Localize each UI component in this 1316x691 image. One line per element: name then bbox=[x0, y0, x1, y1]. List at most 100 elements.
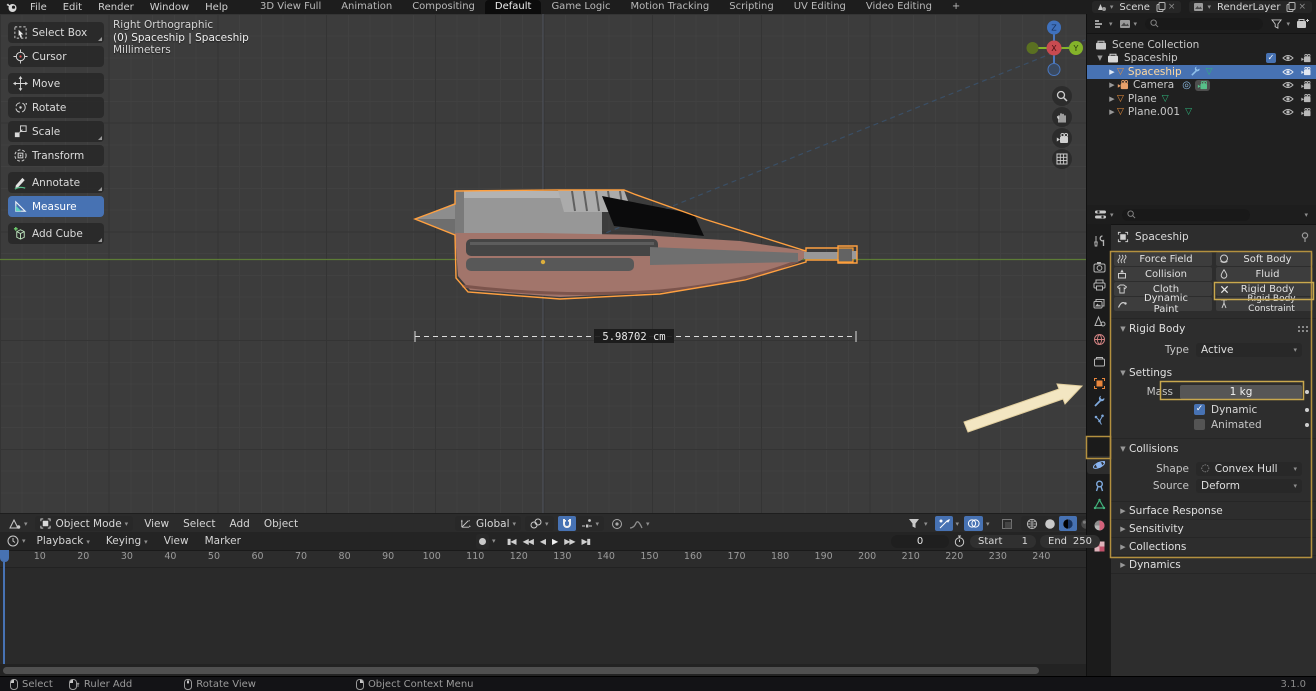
outliner-filter-button[interactable]: ▾ bbox=[1268, 16, 1293, 31]
tool-cursor[interactable]: Cursor bbox=[8, 46, 104, 67]
tool-add-cube[interactable]: Add Cube bbox=[8, 223, 104, 244]
workspace-tab-3d-view-full[interactable]: 3D View Full bbox=[250, 0, 331, 14]
start-frame-field[interactable]: Start1 bbox=[970, 535, 1036, 548]
play-reverse-button[interactable]: ◀ bbox=[536, 537, 548, 546]
tool-select-box[interactable]: Select Box bbox=[8, 22, 104, 43]
new-scene-icon[interactable] bbox=[1156, 2, 1166, 12]
xray-toggle[interactable] bbox=[998, 516, 1016, 531]
constraint-icon[interactable]: ◎ bbox=[1182, 80, 1191, 91]
drag-handle-dots[interactable] bbox=[1298, 326, 1310, 332]
new-collection-button[interactable] bbox=[1293, 16, 1312, 31]
workspace-tab-animation[interactable]: Animation bbox=[331, 0, 402, 14]
tool-transform[interactable]: Transform bbox=[8, 145, 104, 166]
tab-scene[interactable] bbox=[1087, 312, 1111, 330]
tab-particles[interactable] bbox=[1087, 410, 1111, 428]
dynamic-checkbox[interactable]: ✓ bbox=[1194, 404, 1205, 415]
stopwatch-icon[interactable] bbox=[954, 535, 965, 547]
viewport-menu-add[interactable]: Add bbox=[223, 518, 257, 530]
disable-render-camera-icon[interactable] bbox=[1300, 67, 1312, 76]
disable-render-camera-icon[interactable] bbox=[1300, 81, 1312, 90]
rigid-body-panel-header[interactable]: ▼Rigid Body bbox=[1111, 321, 1316, 336]
outliner-row-spaceship-collection[interactable]: ▼ Spaceship ✓ bbox=[1087, 52, 1316, 66]
tool-measure[interactable]: Measure bbox=[8, 196, 104, 217]
outliner-search-input[interactable] bbox=[1145, 18, 1263, 30]
outliner-row-camera[interactable]: ▶ Camera ◎ bbox=[1087, 79, 1316, 93]
shading-wireframe-button[interactable] bbox=[1023, 516, 1041, 531]
render-layer-icon[interactable] bbox=[1193, 2, 1204, 12]
timeline-menu-keying[interactable]: Keying▾ bbox=[98, 535, 156, 547]
hide-eye-icon[interactable] bbox=[1282, 95, 1294, 103]
viewport-menu-view[interactable]: View bbox=[137, 518, 176, 530]
dynamic-paint-button[interactable]: Dynamic Paint bbox=[1114, 297, 1212, 311]
unlink-scene-icon[interactable]: × bbox=[1166, 2, 1178, 12]
collections-panel-header[interactable]: ▶Collections bbox=[1111, 538, 1316, 555]
rigid-body-constraint-button[interactable]: Rigid Body Constraint bbox=[1216, 297, 1313, 311]
animate-property-dot[interactable] bbox=[1305, 390, 1309, 394]
pivot-point-selector[interactable]: ▾ bbox=[525, 516, 554, 531]
hide-eye-icon[interactable] bbox=[1282, 54, 1294, 62]
mass-field[interactable]: 1 kg bbox=[1180, 385, 1302, 399]
shading-solid-button[interactable] bbox=[1041, 516, 1059, 531]
outliner-row-scene-collection[interactable]: Scene Collection bbox=[1087, 38, 1316, 52]
disclosure-triangle-icon[interactable]: ▶ bbox=[1107, 81, 1117, 89]
viewport-menu-object[interactable]: Object bbox=[257, 518, 305, 530]
viewport-menu-select[interactable]: Select bbox=[176, 518, 222, 530]
viewport-3d[interactable]: 5.98702 cm Right Orthographic (0) Spaces… bbox=[0, 14, 1087, 532]
object-visibility-filter[interactable]: ▾ bbox=[905, 516, 931, 531]
disclosure-triangle-icon[interactable]: ▶ bbox=[1107, 68, 1117, 76]
show-overlays-toggle[interactable] bbox=[964, 516, 983, 531]
show-gizmo-toggle[interactable] bbox=[935, 516, 953, 531]
shading-material-preview-button[interactable] bbox=[1059, 516, 1077, 531]
disable-render-camera-icon[interactable] bbox=[1300, 54, 1312, 63]
auto-keying-record-button[interactable] bbox=[476, 534, 489, 549]
shading-rendered-button[interactable] bbox=[1077, 516, 1087, 531]
workspace-tab-game-logic[interactable]: Game Logic bbox=[541, 0, 620, 14]
auto-keying-options-chevron[interactable]: ▾ bbox=[492, 537, 496, 545]
dynamics-panel-header[interactable]: ▶Dynamics bbox=[1111, 556, 1316, 573]
timeline-menu-playback[interactable]: Playback▾ bbox=[29, 535, 98, 547]
collision-source-dropdown[interactable]: Deform▾ bbox=[1196, 479, 1302, 493]
remove-layer-icon[interactable]: × bbox=[1296, 2, 1308, 12]
tab-tool[interactable] bbox=[1087, 232, 1111, 250]
tool-annotate[interactable]: Annotate bbox=[8, 172, 104, 193]
navigation-gizmo[interactable]: Z Y X bbox=[1022, 20, 1086, 84]
animate-property-dot[interactable] bbox=[1305, 423, 1309, 427]
jump-to-end-button[interactable]: ▶▮ bbox=[578, 537, 594, 546]
soft-body-button[interactable]: Soft Body bbox=[1216, 252, 1313, 266]
menu-window[interactable]: Window bbox=[142, 2, 197, 13]
timeline-ruler[interactable]: 1020304050607080901001101201301401501601… bbox=[0, 551, 1086, 568]
timeline-scrollbar[interactable] bbox=[0, 664, 1086, 676]
collision-button[interactable]: Collision bbox=[1114, 267, 1212, 281]
workspace-tab-default[interactable]: Default bbox=[485, 0, 542, 14]
disable-render-camera-icon[interactable] bbox=[1300, 108, 1312, 117]
outliner-row-plane[interactable]: ▶ ▽ Plane ▽ bbox=[1087, 92, 1316, 106]
outliner-row-spaceship-object[interactable]: ▶ ▽ Spaceship ▽ bbox=[1087, 65, 1316, 79]
rigid-body-type-dropdown[interactable]: Active▾ bbox=[1196, 343, 1302, 357]
new-layer-icon[interactable] bbox=[1286, 2, 1296, 12]
menu-file[interactable]: File bbox=[22, 2, 55, 13]
timeline-menu-view[interactable]: View bbox=[156, 535, 197, 547]
scene-icon[interactable] bbox=[1096, 2, 1107, 12]
tab-object[interactable] bbox=[1087, 374, 1111, 392]
outliner-filter-mode-button[interactable]: ▾ bbox=[1116, 16, 1141, 31]
active-camera-data-icon[interactable] bbox=[1195, 80, 1210, 91]
snap-target-selector[interactable]: ▾ bbox=[576, 516, 605, 531]
workspace-tab-scripting[interactable]: Scripting bbox=[719, 0, 783, 14]
fluid-button[interactable]: Fluid bbox=[1216, 267, 1313, 281]
hide-eye-icon[interactable] bbox=[1282, 68, 1294, 76]
menu-edit[interactable]: Edit bbox=[55, 2, 90, 13]
editor-type-button[interactable]: ▾ bbox=[5, 516, 31, 531]
hide-eye-icon[interactable] bbox=[1282, 108, 1294, 116]
tab-object-data[interactable] bbox=[1087, 495, 1111, 513]
collection-checkbox[interactable]: ✓ bbox=[1266, 53, 1276, 63]
mode-selector[interactable]: Object Mode▾ bbox=[35, 516, 134, 531]
workspace-tab-video-editing[interactable]: Video Editing bbox=[856, 0, 942, 14]
proportional-falloff-selector[interactable]: ▾ bbox=[626, 516, 653, 531]
next-keyframe-button[interactable]: ▶▶ bbox=[561, 537, 578, 546]
tab-collection[interactable] bbox=[1087, 352, 1111, 370]
hide-eye-icon[interactable] bbox=[1282, 81, 1294, 89]
tool-scale[interactable]: Scale bbox=[8, 121, 104, 142]
tab-output[interactable] bbox=[1087, 276, 1111, 294]
blender-logo-icon[interactable] bbox=[0, 2, 22, 13]
disable-render-camera-icon[interactable] bbox=[1300, 94, 1312, 103]
